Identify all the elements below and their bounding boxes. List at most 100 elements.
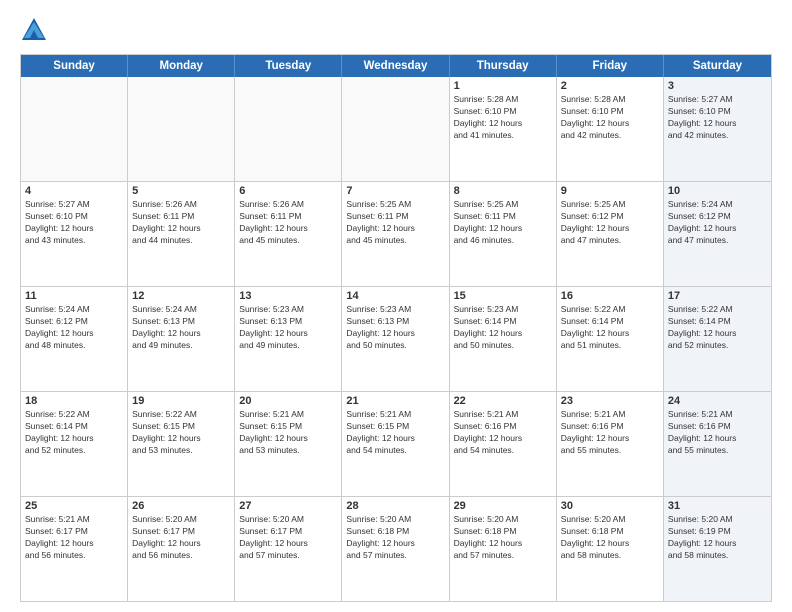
day-info: Sunrise: 5:20 AM Sunset: 6:18 PM Dayligh… (346, 514, 444, 562)
day-number: 15 (454, 290, 552, 302)
calendar-header-row: SundayMondayTuesdayWednesdayThursdayFrid… (21, 55, 771, 77)
calendar-week-3: 11 Sunrise: 5:24 AM Sunset: 6:12 PM Dayli… (21, 287, 771, 392)
day-info: Sunrise: 5:27 AM Sunset: 6:10 PM Dayligh… (668, 94, 767, 142)
calendar-cell: 1Sunrise: 5:28 AM Sunset: 6:10 PM Daylig… (450, 77, 557, 181)
day-number: 26 (132, 500, 230, 512)
day-info: Sunrise: 5:21 AM Sunset: 6:16 PM Dayligh… (561, 409, 659, 457)
day-info: Sunrise: 5:22 AM Sunset: 6:14 PM Dayligh… (25, 409, 123, 457)
day-number: 20 (239, 395, 337, 407)
calendar-cell: 9 Sunrise: 5:25 AM Sunset: 6:12 PM Daylig… (557, 182, 664, 286)
calendar-cell: 21 Sunrise: 5:21 AM Sunset: 6:15 PM Dayli… (342, 392, 449, 496)
day-info: Sunrise: 5:20 AM Sunset: 6:19 PM Dayligh… (668, 514, 767, 562)
calendar-header-thursday: Thursday (450, 55, 557, 77)
day-number: 6 (239, 185, 337, 197)
day-number: 16 (561, 290, 659, 302)
day-info: Sunrise: 5:26 AM Sunset: 6:11 PM Dayligh… (132, 199, 230, 247)
day-info: Sunrise: 5:20 AM Sunset: 6:18 PM Dayligh… (561, 514, 659, 562)
day-info: Sunrise: 5:24 AM Sunset: 6:12 PM Dayligh… (668, 199, 767, 247)
calendar-header-sunday: Sunday (21, 55, 128, 77)
day-info: Sunrise: 5:28 AM Sunset: 6:10 PM Dayligh… (561, 94, 659, 142)
day-number: 21 (346, 395, 444, 407)
day-info: Sunrise: 5:21 AM Sunset: 6:17 PM Dayligh… (25, 514, 123, 562)
calendar-cell: 7 Sunrise: 5:25 AM Sunset: 6:11 PM Daylig… (342, 182, 449, 286)
calendar-cell: 10 Sunrise: 5:24 AM Sunset: 6:12 PM Dayli… (664, 182, 771, 286)
calendar-cell: 27 Sunrise: 5:20 AM Sunset: 6:17 PM Dayli… (235, 497, 342, 601)
header (20, 16, 772, 44)
day-info: Sunrise: 5:25 AM Sunset: 6:11 PM Dayligh… (454, 199, 552, 247)
calendar-cell: 26 Sunrise: 5:20 AM Sunset: 6:17 PM Dayli… (128, 497, 235, 601)
calendar-cell: 4 Sunrise: 5:27 AM Sunset: 6:10 PM Daylig… (21, 182, 128, 286)
day-number: 4 (25, 185, 123, 197)
day-number: 11 (25, 290, 123, 302)
calendar-body: 1 Sunrise: 5:28 AM Sunset: 6:10 PM Daylig… (21, 77, 771, 601)
day-info: Sunrise: 5:24 AM Sunset: 6:13 PM Dayligh… (132, 304, 230, 352)
day-info: Sunrise: 5:25 AM Sunset: 6:12 PM Dayligh… (561, 199, 659, 247)
calendar-cell: 2 Sunrise: 5:28 AM Sunset: 6:10 PM Daylig… (557, 77, 664, 181)
calendar-cell: 14Sunrise: 5:23 AM Sunset: 6:13 PM Dayli… (342, 287, 449, 391)
day-number: 8 (454, 185, 552, 197)
day-info: Sunrise: 5:21 AM Sunset: 6:15 PM Dayligh… (346, 409, 444, 457)
calendar-week-2: 4 Sunrise: 5:27 AM Sunset: 6:10 PM Daylig… (21, 182, 771, 287)
day-info: Sunrise: 5:27 AM Sunset: 6:10 PM Dayligh… (25, 199, 123, 247)
day-number: 5 (132, 185, 230, 197)
calendar-cell: 30 Sunrise: 5:20 AM Sunset: 6:18 PM Dayli… (557, 497, 664, 601)
day-number: 7 (346, 185, 444, 197)
day-number: 23 (561, 395, 659, 407)
calendar-header-monday: Monday (128, 55, 235, 77)
day-info: Sunrise: 5:23 AM Sunset: 6:13 PM Dayligh… (239, 304, 337, 352)
day-number: 10 (668, 185, 767, 197)
calendar-week-1: 1 Sunrise: 5:28 AM Sunset: 6:10 PM Daylig… (21, 77, 771, 182)
calendar-cell: 20Sunrise: 5:21 AM Sunset: 6:15 PM Dayli… (235, 392, 342, 496)
day-number: 24 (668, 395, 767, 407)
calendar-week-4: 18 Sunrise: 5:22 AM Sunset: 6:14 PM Dayli… (21, 392, 771, 497)
day-info: Sunrise: 5:22 AM Sunset: 6:14 PM Dayligh… (561, 304, 659, 352)
day-number: 13 (239, 290, 337, 302)
day-number: 9 (561, 185, 659, 197)
day-number: 31 (668, 500, 767, 512)
logo-icon (20, 16, 48, 44)
calendar-cell (128, 77, 235, 181)
calendar-cell: 5 Sunrise: 5:26 AM Sunset: 6:11 PM Daylig… (128, 182, 235, 286)
day-info: Sunrise: 5:20 AM Sunset: 6:18 PM Dayligh… (454, 514, 552, 562)
calendar-week-5: 25 Sunrise: 5:21 AM Sunset: 6:17 PM Dayli… (21, 497, 771, 601)
calendar-cell: 24 Sunrise: 5:21 AM Sunset: 6:16 PM Dayli… (664, 392, 771, 496)
day-info: Sunrise: 5:23 AM Sunset: 6:13 PM Dayligh… (346, 304, 444, 352)
day-info: Sunrise: 5:24 AM Sunset: 6:12 PM Dayligh… (25, 304, 123, 352)
calendar-header-wednesday: Wednesday (342, 55, 449, 77)
day-number: 17 (668, 290, 767, 302)
calendar-cell: 31 Sunrise: 5:20 AM Sunset: 6:19 PM Dayli… (664, 497, 771, 601)
day-number: 25 (25, 500, 123, 512)
day-number: 22 (454, 395, 552, 407)
page: SundayMondayTuesdayWednesdayThursdayFrid… (0, 0, 792, 612)
day-number: 28 (346, 500, 444, 512)
calendar-cell (21, 77, 128, 181)
calendar-cell: 13 Sunrise: 5:23 AM Sunset: 6:13 PM Dayli… (235, 287, 342, 391)
calendar: SundayMondayTuesdayWednesdayThursdayFrid… (20, 54, 772, 602)
day-number: 1 (454, 80, 552, 92)
calendar-cell: 19 Sunrise: 5:22 AM Sunset: 6:15 PM Dayli… (128, 392, 235, 496)
day-number: 2 (561, 80, 659, 92)
day-number: 30 (561, 500, 659, 512)
day-number: 18 (25, 395, 123, 407)
day-info: Sunrise: 5:20 AM Sunset: 6:17 PM Dayligh… (239, 514, 337, 562)
day-info: Sunrise: 5:20 AM Sunset: 6:17 PM Dayligh… (132, 514, 230, 562)
day-number: 12 (132, 290, 230, 302)
calendar-header-friday: Friday (557, 55, 664, 77)
calendar-cell: 17 Sunrise: 5:22 AM Sunset: 6:14 PM Dayli… (664, 287, 771, 391)
day-info: Sunrise: 5:22 AM Sunset: 6:14 PM Dayligh… (668, 304, 767, 352)
calendar-cell: 23 Sunrise: 5:21 AM Sunset: 6:16 PM Dayli… (557, 392, 664, 496)
calendar-cell: 29 Sunrise: 5:20 AM Sunset: 6:18 PM Dayli… (450, 497, 557, 601)
logo (20, 16, 52, 44)
calendar-cell: 12 Sunrise: 5:24 AM Sunset: 6:13 PM Dayli… (128, 287, 235, 391)
day-number: 29 (454, 500, 552, 512)
calendar-cell (342, 77, 449, 181)
calendar-cell: 8 Sunrise: 5:25 AM Sunset: 6:11 PM Daylig… (450, 182, 557, 286)
day-info: Sunrise: 5:25 AM Sunset: 6:11 PM Dayligh… (346, 199, 444, 247)
calendar-cell: 6Sunrise: 5:26 AM Sunset: 6:11 PM Daylig… (235, 182, 342, 286)
day-info: Sunrise: 5:22 AM Sunset: 6:15 PM Dayligh… (132, 409, 230, 457)
calendar-cell: 3Sunrise: 5:27 AM Sunset: 6:10 PM Daylig… (664, 77, 771, 181)
day-number: 19 (132, 395, 230, 407)
day-info: Sunrise: 5:21 AM Sunset: 6:16 PM Dayligh… (668, 409, 767, 457)
calendar-cell: 18 Sunrise: 5:22 AM Sunset: 6:14 PM Dayli… (21, 392, 128, 496)
day-number: 27 (239, 500, 337, 512)
